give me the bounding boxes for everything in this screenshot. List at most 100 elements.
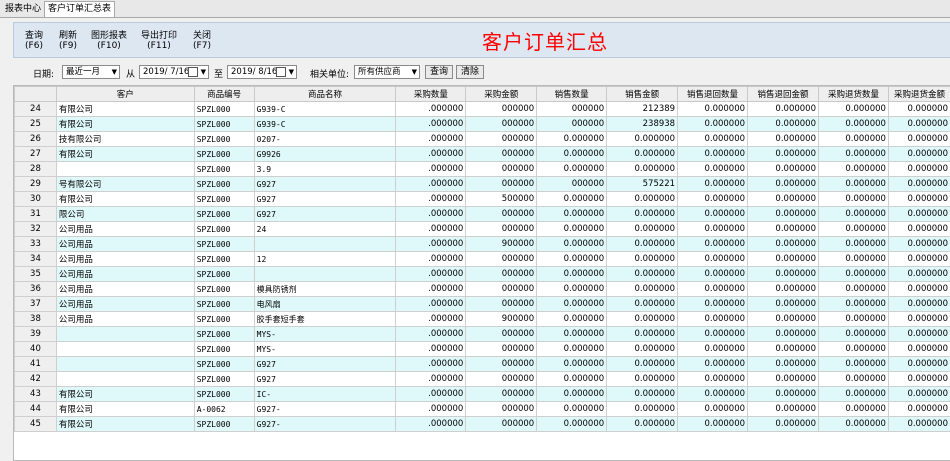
table-row[interactable]: 33公司用品SPZL000.0000009000000.0000000.0000… — [15, 237, 950, 252]
cell-ra: 0.000000 — [748, 342, 819, 357]
cell-rq: 0.000000 — [678, 357, 748, 372]
clear-button[interactable]: 清除 — [456, 65, 484, 79]
filter-query-button[interactable]: 查询 — [425, 65, 453, 79]
close-button-key: (F7) — [190, 41, 214, 51]
cell-pq: 0.000000 — [818, 417, 888, 432]
table-row[interactable]: 37公司用品SPZL000电风扇.0000000000000.0000000.0… — [15, 297, 950, 312]
cell-sq: 0.000000 — [537, 237, 607, 252]
table-row[interactable]: 26技有限公司SPZL0000207-.0000000000000.000000… — [15, 132, 950, 147]
cell-rq: 0.000000 — [678, 372, 748, 387]
cell-pa: 0.000000 — [888, 357, 950, 372]
cell-sq: 0.000000 — [537, 207, 607, 222]
export-print-button-key: (F11) — [140, 41, 178, 51]
cell-amt: 000000 — [466, 267, 537, 282]
chart-report-button[interactable]: 图形报表(F10) — [90, 31, 128, 51]
cell-pq: 0.000000 — [818, 372, 888, 387]
cell-idx: 32 — [15, 222, 57, 237]
cell-sq: 0.000000 — [537, 387, 607, 402]
header-cell[interactable]: 销售退回金额 — [748, 87, 819, 102]
cell-code: SPZL000 — [194, 387, 254, 402]
from-date-value: 2019/ 7/16 — [143, 67, 189, 77]
cell-cust: 公司用品 — [56, 282, 194, 297]
header-cell[interactable]: 客户 — [56, 87, 194, 102]
cell-rq: 0.000000 — [678, 282, 748, 297]
cell-name: 模具防锈剂 — [254, 282, 396, 297]
cell-ra: 0.000000 — [748, 327, 819, 342]
tab-bar: 报表中心 客户订单汇总表 — [0, 0, 950, 18]
table-row[interactable]: 45有限公司SPZL000G927-.0000000000000.0000000… — [15, 417, 950, 432]
cell-qty: .000000 — [396, 402, 466, 417]
cell-sq: 0.000000 — [537, 132, 607, 147]
header-cell[interactable]: 销售金额 — [607, 87, 678, 102]
cell-cust: 公司用品 — [56, 237, 194, 252]
table-row[interactable]: 28SPZL0003.9.0000000000000.0000000.00000… — [15, 162, 950, 177]
export-print-button[interactable]: 导出打印(F11) — [140, 31, 178, 51]
cell-code: SPZL000 — [194, 192, 254, 207]
cell-name: 3.9 — [254, 162, 396, 177]
header-cell[interactable]: 采购金额 — [466, 87, 537, 102]
cell-ra: 0.000000 — [748, 207, 819, 222]
header-cell[interactable]: 采购数量 — [396, 87, 466, 102]
cell-cust — [56, 342, 194, 357]
table-row[interactable]: 44有限公司A-0062G927-.0000000000000.0000000.… — [15, 402, 950, 417]
header-cell[interactable]: 商品名称 — [254, 87, 396, 102]
cell-cust: 技有限公司 — [56, 132, 194, 147]
table-row[interactable]: 40SPZL000MYS-.0000000000000.0000000.0000… — [15, 342, 950, 357]
cell-idx: 26 — [15, 132, 57, 147]
cell-idx: 39 — [15, 327, 57, 342]
cell-rq: 0.000000 — [678, 417, 748, 432]
table-header: 客户 商品编号 商品名称 采购数量 采购金额 销售数量 销售金额 销售退回数量 … — [15, 87, 950, 102]
from-date-input[interactable]: 2019/ 7/16▼ — [139, 65, 209, 79]
query-button[interactable]: 查询(F6) — [22, 31, 46, 51]
cell-idx: 35 — [15, 267, 57, 282]
close-button[interactable]: 关闭(F7) — [190, 31, 214, 51]
table-row[interactable]: 36公司用品SPZL000模具防锈剂.0000000000000.0000000… — [15, 282, 950, 297]
refresh-button[interactable]: 刷新(F9) — [56, 31, 80, 51]
table-row[interactable]: 32公司用品SPZL00024.0000000000000.0000000.00… — [15, 222, 950, 237]
header-cell[interactable]: 采购退货数量 — [818, 87, 888, 102]
header-cell[interactable]: 销售数量 — [537, 87, 607, 102]
table-row[interactable]: 31限公司SPZL000G927.0000000000000.0000000.0… — [15, 207, 950, 222]
cell-code: SPZL000 — [194, 102, 254, 117]
cell-amt: 000000 — [466, 297, 537, 312]
data-table: 客户 商品编号 商品名称 采购数量 采购金额 销售数量 销售金额 销售退回数量 … — [14, 86, 950, 432]
cell-sa: 0.000000 — [607, 237, 678, 252]
table-row[interactable]: 34公司用品SPZL00012.0000000000000.0000000.00… — [15, 252, 950, 267]
cell-rq: 0.000000 — [678, 222, 748, 237]
table-row[interactable]: 35公司用品SPZL000.0000000000000.0000000.0000… — [15, 267, 950, 282]
table-row[interactable]: 39SPZL000MYS-.0000000000000.0000000.0000… — [15, 327, 950, 342]
cell-qty: .000000 — [396, 117, 466, 132]
cell-name: G927 — [254, 207, 396, 222]
table-row[interactable]: 27有限公司SPZL000G9926.0000000000000.0000000… — [15, 147, 950, 162]
header-cell[interactable]: 商品编号 — [194, 87, 254, 102]
to-label: 至 — [214, 67, 223, 80]
unit-select[interactable]: 所有供应商▼ — [354, 65, 420, 79]
header-cell[interactable]: 采购退货金额 — [888, 87, 950, 102]
cell-sa: 0.000000 — [607, 417, 678, 432]
cell-qty: .000000 — [396, 357, 466, 372]
period-select[interactable]: 最近一月▼ — [62, 65, 120, 79]
cell-name: 12 — [254, 252, 396, 267]
tab-report-center[interactable]: 报表中心 — [2, 2, 44, 17]
cell-pa: 0.000000 — [888, 372, 950, 387]
table-row[interactable]: 29号有限公司SPZL000G927.000000000000000000575… — [15, 177, 950, 192]
table-row[interactable]: 24有限公司SPZL000G939-C.00000000000000000021… — [15, 102, 950, 117]
to-date-value: 2019/ 8/16 — [231, 67, 277, 77]
to-date-input[interactable]: 2019/ 8/16▼ — [227, 65, 297, 79]
table-row[interactable]: 25有限公司SPZL000G939-C.00000000000000000023… — [15, 117, 950, 132]
table-row[interactable]: 30有限公司SPZL000G927.0000005000000.0000000.… — [15, 192, 950, 207]
cell-code: SPZL000 — [194, 372, 254, 387]
cell-ra: 0.000000 — [748, 192, 819, 207]
cell-qty: .000000 — [396, 387, 466, 402]
table-row[interactable]: 42SPZL000G927.0000000000000.0000000.0000… — [15, 372, 950, 387]
header-cell[interactable]: 销售退回数量 — [678, 87, 748, 102]
tab-customer-order-summary[interactable]: 客户订单汇总表 — [44, 1, 115, 17]
table-row[interactable]: 38公司用品SPZL000胶手套短手套.0000009000000.000000… — [15, 312, 950, 327]
table-row[interactable]: 41SPZL000G927.0000000000000.0000000.0000… — [15, 357, 950, 372]
cell-idx: 43 — [15, 387, 57, 402]
cell-amt: 900000 — [466, 237, 537, 252]
table-row[interactable]: 43有限公司SPZL000IC-.0000000000000.0000000.0… — [15, 387, 950, 402]
cell-sq: 0.000000 — [537, 402, 607, 417]
cell-sa: 0.000000 — [607, 252, 678, 267]
calendar-icon — [276, 67, 286, 77]
